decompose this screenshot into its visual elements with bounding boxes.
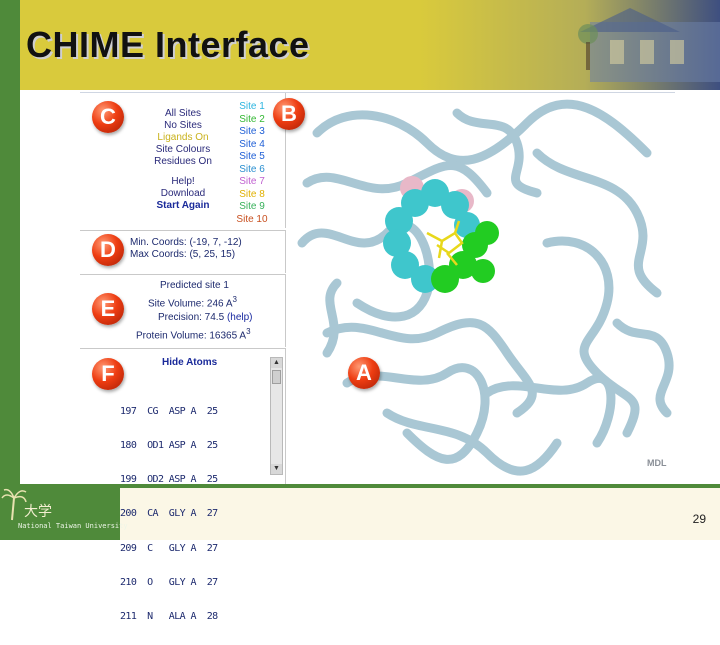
site-volume: Site Volume: 246 A — [148, 298, 233, 310]
protein-structure-render — [297, 99, 674, 476]
site-volume-row: Site Volume: 246 A3 — [128, 293, 253, 311]
site-7-link[interactable]: Site 7 — [235, 176, 269, 189]
label-d-badge: D — [92, 234, 124, 266]
page-number: 29 — [692, 512, 706, 526]
site-3-link[interactable]: Site 3 — [235, 126, 269, 139]
scroll-thumb[interactable] — [272, 370, 281, 384]
atom-list[interactable]: 197 CG ASP A 25 180 OD1 ASP A 25 199 OD2… — [120, 383, 270, 645]
label-b-badge: B — [273, 98, 305, 130]
site-5-link[interactable]: Site 5 — [235, 151, 269, 164]
label-e-badge: E — [92, 293, 124, 325]
atom-list-scrollbar[interactable]: ▲ ▼ — [270, 357, 283, 475]
site-4-link[interactable]: Site 4 — [235, 139, 269, 152]
start-again-link[interactable]: Start Again — [128, 200, 238, 212]
atom-row[interactable]: 200 CA GLY A 27 — [120, 508, 270, 519]
atom-row[interactable]: 210 O GLY A 27 — [120, 577, 270, 588]
site-list: Site 1 Site 2 Site 3 Site 4 Site 5 Site … — [235, 101, 269, 226]
label-a-badge: A — [348, 357, 380, 389]
university-logo-icon: 大学 — [1, 488, 52, 521]
scroll-down-arrow-icon[interactable]: ▼ — [271, 464, 282, 474]
protein-volume-row: Protein Volume: 16365 A3 — [128, 325, 253, 343]
mdl-watermark: MDL — [647, 458, 667, 468]
download-link[interactable]: Download — [128, 188, 238, 200]
site-1-link[interactable]: Site 1 — [235, 101, 269, 114]
slide-title: CHIME Interface — [26, 24, 310, 65]
max-coords: Max Coords: (5, 25, 15) — [130, 249, 236, 260]
min-coords: Min. Coords: (-19, 7, -12) — [130, 237, 242, 248]
precision-help-link[interactable]: (help) — [227, 312, 253, 323]
control-menu: All Sites No Sites Ligands On Site Colou… — [128, 108, 238, 212]
atom-row[interactable]: 197 CG ASP A 25 — [120, 406, 270, 417]
label-c-badge: C — [92, 101, 124, 133]
scroll-up-arrow-icon[interactable]: ▲ — [271, 358, 282, 368]
site-6-link[interactable]: Site 6 — [235, 164, 269, 177]
protein-volume: Protein Volume: 16365 A — [136, 330, 247, 342]
site-9-link[interactable]: Site 9 — [235, 201, 269, 214]
svg-text:大学: 大学 — [24, 504, 52, 520]
precision-row: Precision: 74.5 (help) — [128, 311, 253, 325]
prediction-info: Predicted site 1 Site Volume: 246 A3 Pre… — [128, 279, 253, 344]
menu-spacer — [128, 168, 238, 176]
atom-row[interactable]: 180 OD1 ASP A 25 — [120, 440, 270, 451]
binding-site-spheres — [383, 176, 499, 293]
residues-on-link[interactable]: Residues On — [128, 156, 238, 168]
hide-atoms-link[interactable]: Hide Atoms — [162, 357, 217, 368]
atom-row[interactable]: 211 N ALA A 28 — [120, 611, 270, 622]
no-sites-link[interactable]: No Sites — [128, 120, 238, 132]
university-name: National Taiwan University — [18, 522, 128, 530]
protein-volume-unit-exponent: 3 — [246, 327, 251, 337]
prediction-title: Predicted site 1 — [160, 280, 229, 291]
site-volume-unit-exponent: 3 — [232, 295, 237, 304]
site-2-link[interactable]: Site 2 — [235, 114, 269, 127]
protein-backbone-tubes — [297, 99, 674, 476]
site-8-link[interactable]: Site 8 — [235, 189, 269, 202]
atom-row[interactable]: 199 OD2 ASP A 25 — [120, 474, 270, 485]
molecule-viewer[interactable] — [287, 93, 675, 483]
coordinates-readout: Min. Coords: (-19, 7, -12) Max Coords: (… — [130, 237, 242, 261]
precision-value: Precision: 74.5 — [158, 312, 225, 324]
all-sites-link[interactable]: All Sites — [128, 108, 238, 120]
left-accent-bar — [0, 0, 20, 540]
ligands-on-link[interactable]: Ligands On — [128, 132, 238, 144]
atom-row[interactable]: 209 C GLY A 27 — [120, 543, 270, 554]
site-colours-link[interactable]: Site Colours — [128, 144, 238, 156]
campus-building-illustration — [578, 8, 720, 82]
label-f-badge: F — [92, 358, 124, 390]
chime-screenshot: All Sites No Sites Ligands On Site Colou… — [80, 92, 675, 622]
site-10-link[interactable]: Site 10 — [235, 214, 269, 227]
help-link[interactable]: Help! — [128, 176, 238, 188]
